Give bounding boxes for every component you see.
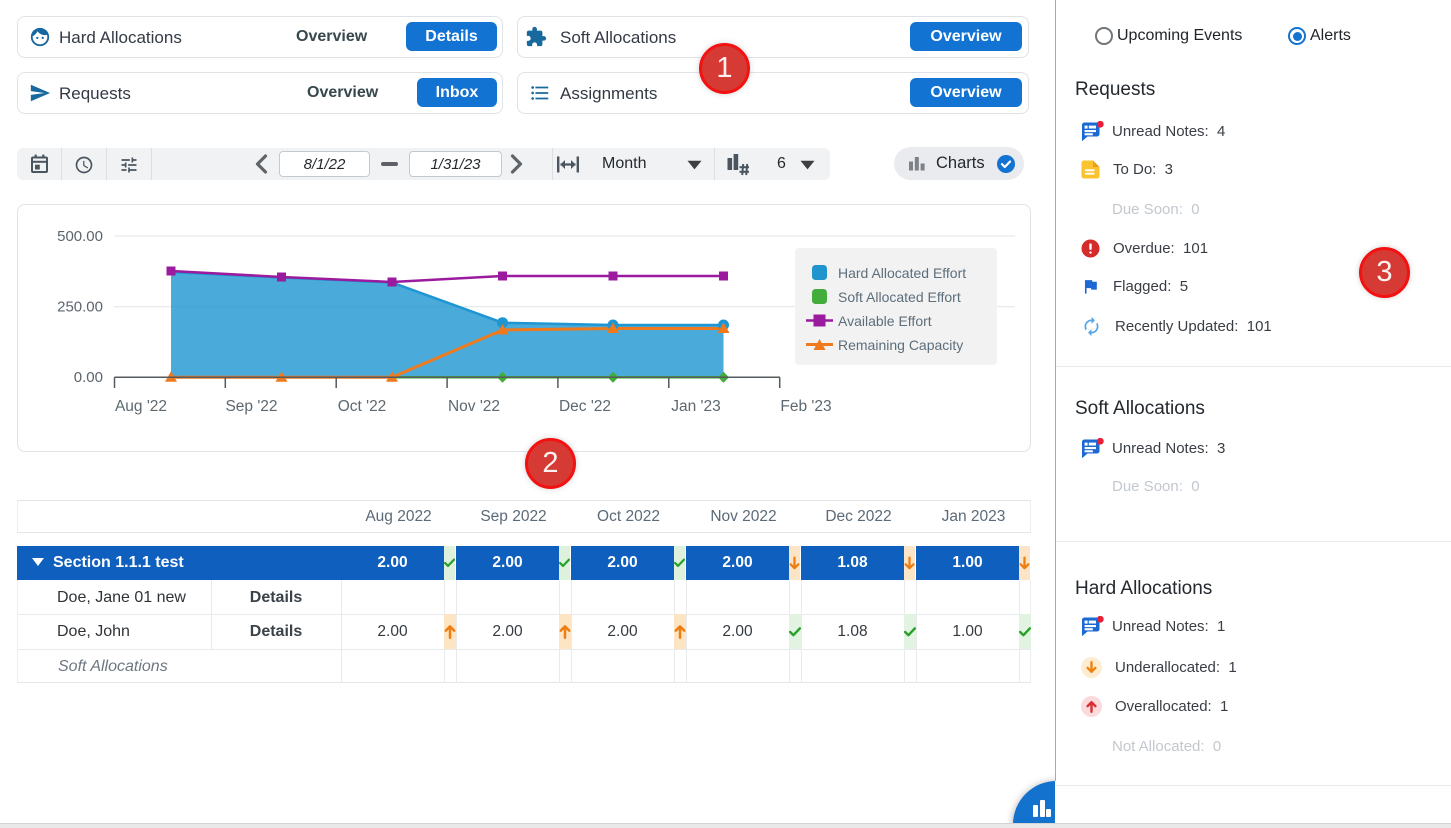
svg-text:Nov '22: Nov '22 <box>448 398 500 415</box>
svg-text:Available Effort: Available Effort <box>838 313 932 329</box>
svg-text:Sep '22: Sep '22 <box>225 398 277 415</box>
svg-text:500.00: 500.00 <box>57 228 103 245</box>
svg-text:Jan '23: Jan '23 <box>671 398 721 415</box>
svg-text:Aug '22: Aug '22 <box>115 398 167 415</box>
svg-text:Remaining Capacity: Remaining Capacity <box>838 337 963 353</box>
svg-text:Soft Allocated Effort: Soft Allocated Effort <box>838 289 961 305</box>
svg-text:Hard Allocated Effort: Hard Allocated Effort <box>838 265 966 281</box>
svg-text:Oct '22: Oct '22 <box>338 398 387 415</box>
svg-text:Dec '22: Dec '22 <box>559 398 611 415</box>
svg-text:0.00: 0.00 <box>74 369 103 386</box>
svg-text:250.00: 250.00 <box>57 299 103 316</box>
svg-text:Feb '23: Feb '23 <box>780 398 831 415</box>
